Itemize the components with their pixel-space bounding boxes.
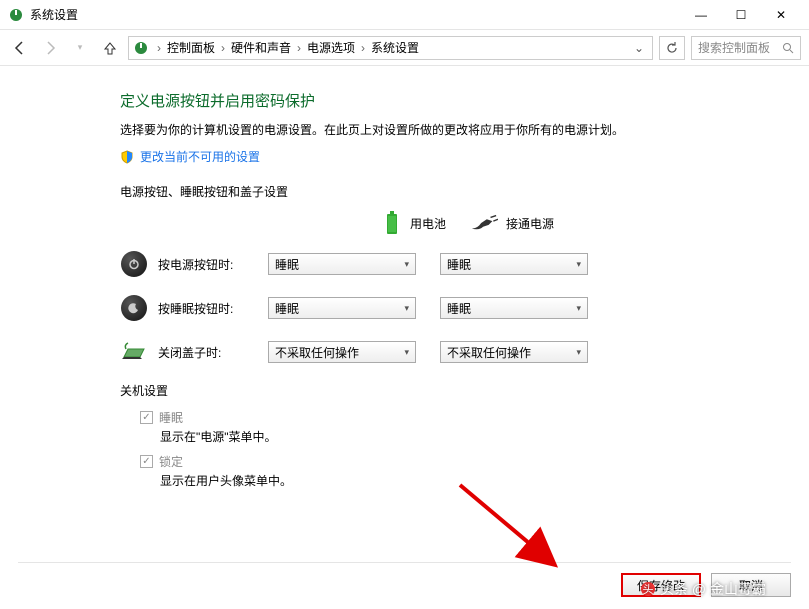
- chevron-down-icon: ▾: [576, 303, 581, 314]
- sleep-button-battery-select[interactable]: 睡眠▾: [268, 297, 416, 319]
- watermark-icon: 头: [640, 581, 656, 597]
- search-icon: [782, 42, 794, 54]
- watermark: 头 头条 @ 金山毒霸: [640, 579, 766, 599]
- lock-checkbox-desc: 显示在用户头像菜单中。: [160, 472, 719, 489]
- lid-plugged-select[interactable]: 不采取任何操作▾: [440, 341, 588, 363]
- forward-button[interactable]: [38, 36, 62, 60]
- row-lid-close: 关闭盖子时: 不采取任何操作▾ 不采取任何操作▾: [120, 338, 719, 366]
- navbar: ▾ › 控制面板 › 硬件和声音 › 电源选项 › 系统设置 ⌄ 搜索控制面板: [0, 30, 809, 66]
- breadcrumb[interactable]: › 控制面板 › 硬件和声音 › 电源选项 › 系统设置 ⌄: [128, 36, 653, 60]
- power-button-icon: [121, 251, 147, 277]
- power-button-plugged-select[interactable]: 睡眠▾: [440, 253, 588, 275]
- back-button[interactable]: [8, 36, 32, 60]
- lid-battery-select[interactable]: 不采取任何操作▾: [268, 341, 416, 363]
- power-options-icon: [8, 7, 24, 23]
- chevron-down-icon: ▾: [404, 347, 409, 358]
- page-title: 定义电源按钮并启用密码保护: [120, 90, 719, 111]
- battery-icon: [382, 210, 402, 236]
- up-button[interactable]: [98, 36, 122, 60]
- chevron-down-icon: ▾: [576, 259, 581, 270]
- chevron-down-icon: ▾: [404, 303, 409, 314]
- refresh-button[interactable]: [659, 36, 685, 60]
- sleep-checkbox-label: 睡眠: [159, 409, 183, 426]
- search-placeholder: 搜索控制面板: [698, 39, 770, 56]
- lock-checkbox-label: 锁定: [159, 453, 183, 470]
- power-options-icon: [133, 40, 149, 56]
- row-power-button: 按电源按钮时: 睡眠▾ 睡眠▾: [120, 250, 719, 278]
- sleep-button-icon: [121, 295, 147, 321]
- column-header-plugged: 接通电源: [470, 210, 650, 236]
- titlebar: 系统设置 — ☐ ✕: [0, 0, 809, 30]
- column-header-battery: 用电池: [270, 210, 470, 236]
- lock-checkbox: ✓: [140, 455, 153, 468]
- section-power-buttons: 电源按钮、睡眠按钮和盖子设置: [120, 183, 719, 200]
- sleep-button-plugged-select[interactable]: 睡眠▾: [440, 297, 588, 319]
- row-label: 按睡眠按钮时:: [158, 300, 268, 317]
- chevron-down-icon: ▾: [576, 347, 581, 358]
- sleep-checkbox-desc: 显示在"电源"菜单中。: [160, 428, 719, 445]
- breadcrumb-item[interactable]: 控制面板: [167, 39, 215, 56]
- section-shutdown: 关机设置: [120, 382, 719, 399]
- breadcrumb-dropdown[interactable]: ⌄: [630, 41, 648, 55]
- row-sleep-button: 按睡眠按钮时: 睡眠▾ 睡眠▾: [120, 294, 719, 322]
- row-label: 关闭盖子时:: [158, 344, 268, 361]
- change-unavailable-settings-link[interactable]: 更改当前不可用的设置: [140, 148, 260, 165]
- search-input[interactable]: 搜索控制面板: [691, 36, 801, 60]
- row-label: 按电源按钮时:: [158, 256, 268, 273]
- power-button-battery-select[interactable]: 睡眠▾: [268, 253, 416, 275]
- content-area: 定义电源按钮并启用密码保护 选择要为你的计算机设置的电源设置。在此页上对设置所做…: [0, 66, 809, 517]
- page-subtitle: 选择要为你的计算机设置的电源设置。在此页上对设置所做的更改将应用于你所有的电源计…: [120, 121, 719, 138]
- breadcrumb-item[interactable]: 系统设置: [371, 39, 419, 56]
- breadcrumb-item[interactable]: 电源选项: [307, 39, 355, 56]
- sleep-checkbox: ✓: [140, 411, 153, 424]
- lid-icon: [120, 341, 148, 363]
- minimize-button[interactable]: —: [681, 1, 721, 29]
- close-button[interactable]: ✕: [761, 1, 801, 29]
- maximize-button[interactable]: ☐: [721, 1, 761, 29]
- shield-icon: [120, 150, 134, 164]
- window-title: 系统设置: [30, 6, 681, 23]
- chevron-down-icon: ▾: [404, 259, 409, 270]
- breadcrumb-item[interactable]: 硬件和声音: [231, 39, 291, 56]
- svg-text:头: 头: [643, 583, 654, 596]
- recent-dropdown[interactable]: ▾: [68, 36, 92, 60]
- plug-icon: [470, 210, 498, 236]
